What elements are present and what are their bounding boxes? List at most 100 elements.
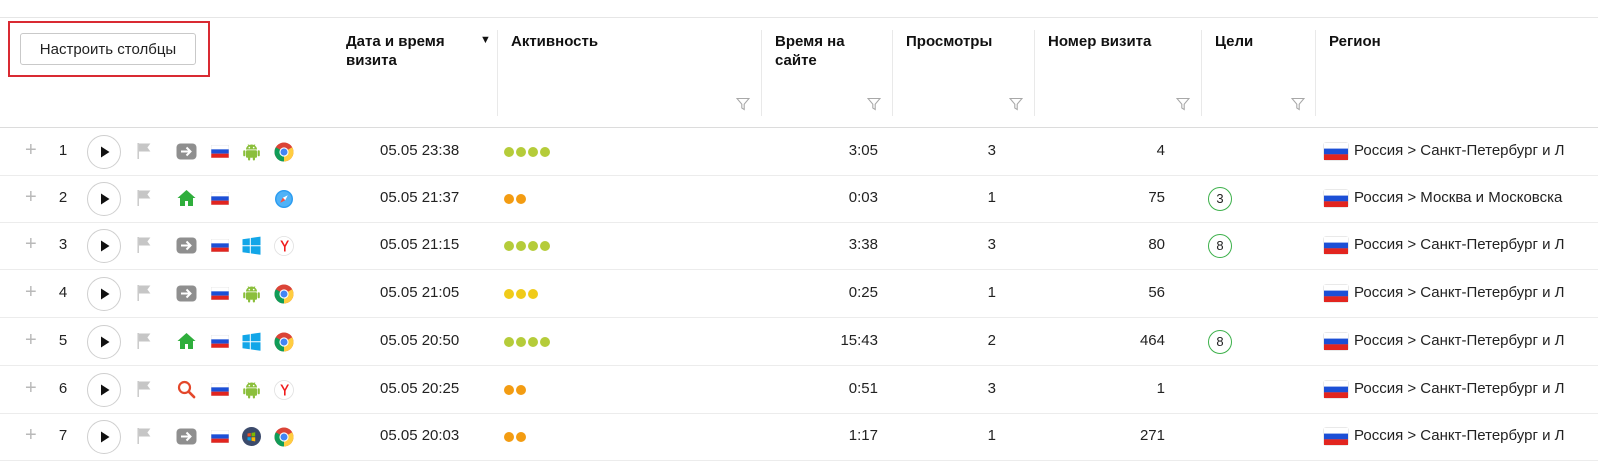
filter-icon[interactable] [736, 97, 750, 111]
row-number: 7 [58, 427, 68, 444]
activity-indicator [504, 385, 526, 395]
russia-flag-icon [210, 191, 230, 206]
expand-row-icon[interactable]: + [25, 425, 37, 445]
table-row[interactable]: +4 05.05 21:05 0:25 1 56 Россия > Санкт-Петер… [0, 270, 1598, 318]
goals-badge[interactable]: 3 [1208, 187, 1232, 211]
russia-flag-icon [210, 144, 230, 159]
chrome-icon [274, 284, 294, 304]
filter-icon[interactable] [1009, 97, 1023, 111]
column-divider [1034, 30, 1035, 116]
flag-icon[interactable] [136, 427, 152, 445]
play-visit-button[interactable] [87, 135, 121, 169]
activity-indicator [504, 194, 526, 204]
column-header-datetime[interactable]: Дата и время визита [346, 32, 481, 70]
play-visit-button[interactable] [87, 420, 121, 454]
region-text: Россия > Санкт-Петербург и Л [1354, 284, 1565, 301]
region-flag-icon [1323, 380, 1349, 399]
column-header-visit-number[interactable]: Номер визита [1048, 32, 1151, 51]
region-text: Россия > Санкт-Петербург и Л [1354, 332, 1565, 349]
visit-datetime: 05.05 20:25 [380, 380, 460, 397]
android-icon [241, 283, 262, 304]
activity-dot [540, 147, 550, 157]
region-flag-icon [1323, 189, 1349, 208]
activity-dot [504, 385, 514, 395]
table-row[interactable]: +5 05.05 20:50 15:43 2 464 8 Россия > Санкт-Пе… [0, 318, 1598, 366]
play-visit-button[interactable] [87, 229, 121, 263]
chrome-icon [274, 332, 294, 352]
expand-row-icon[interactable]: + [25, 378, 37, 398]
windows-icon [241, 235, 262, 256]
row-number: 1 [58, 142, 68, 159]
home-icon [176, 188, 197, 209]
views-count: 3 [987, 142, 996, 159]
flag-icon[interactable] [136, 284, 152, 302]
flag-icon[interactable] [136, 142, 152, 160]
column-header-views[interactable]: Просмотры [906, 32, 992, 51]
play-visit-button[interactable] [87, 373, 121, 407]
expand-row-icon[interactable]: + [25, 140, 37, 160]
search-icon [176, 379, 197, 400]
visit-number: 4 [1156, 142, 1165, 159]
visit-datetime: 05.05 20:03 [380, 427, 460, 444]
activity-dot [504, 432, 514, 442]
column-header-region[interactable]: Регион [1329, 32, 1381, 51]
activity-indicator [504, 241, 550, 251]
views-count: 1 [987, 284, 996, 301]
table-row[interactable]: +3 05.05 21:15 3:38 3 80 8 Россия > Санкт-Пете… [0, 222, 1598, 270]
activity-dot [528, 289, 538, 299]
activity-dot [516, 385, 526, 395]
goals-badge[interactable]: 8 [1208, 330, 1232, 354]
transition-icon [176, 426, 197, 447]
activity-dot [528, 147, 538, 157]
region-flag-icon [1323, 142, 1349, 161]
play-visit-button[interactable] [87, 182, 121, 216]
region-text: Россия > Санкт-Петербург и Л [1354, 380, 1565, 397]
table-row[interactable]: +7 05.05 20:03 1:17 1 271 Россия > Санкт-Пете… [0, 413, 1598, 461]
windows-icon [241, 331, 262, 352]
views-count: 1 [987, 427, 996, 444]
table-row[interactable]: +2 05.05 21:37 0:03 1 75 3 Россия > Москва и М… [0, 175, 1598, 223]
visit-datetime: 05.05 20:50 [380, 332, 460, 349]
activity-dot [504, 337, 514, 347]
time-on-site: 0:03 [848, 189, 878, 206]
expand-row-icon[interactable]: + [25, 187, 37, 207]
yandex-browser-icon [274, 380, 294, 400]
expand-row-icon[interactable]: + [25, 234, 37, 254]
sort-desc-icon[interactable]: ▼ [480, 34, 491, 46]
table-row[interactable]: +6 05.05 20:25 0:51 3 1 Россия > Санкт-Петерб… [0, 366, 1598, 414]
flag-icon[interactable] [136, 380, 152, 398]
goals-badge[interactable]: 8 [1208, 234, 1232, 258]
filter-icon[interactable] [867, 97, 881, 111]
filter-icon[interactable] [1291, 97, 1305, 111]
play-visit-button[interactable] [87, 277, 121, 311]
transition-icon [176, 141, 197, 162]
flag-icon[interactable] [136, 236, 152, 254]
column-divider [1315, 30, 1316, 116]
flag-icon[interactable] [136, 189, 152, 207]
configure-columns-highlight: Настроить столбцы [8, 21, 210, 77]
region-flag-icon [1323, 284, 1349, 303]
filter-icon[interactable] [1176, 97, 1190, 111]
chrome-icon [274, 427, 294, 447]
activity-dot [504, 194, 514, 204]
configure-columns-button[interactable]: Настроить столбцы [20, 33, 196, 65]
column-header-goals[interactable]: Цели [1215, 32, 1253, 51]
chrome-icon [274, 142, 294, 162]
column-header-activity[interactable]: Активность [511, 32, 598, 51]
russia-flag-icon [210, 286, 230, 301]
yandex-browser-icon [274, 236, 294, 256]
activity-dot [516, 337, 526, 347]
visit-number: 80 [1148, 236, 1165, 253]
play-visit-button[interactable] [87, 325, 121, 359]
android-icon [241, 379, 262, 400]
column-header-time-on-site[interactable]: Время на сайте [775, 32, 865, 70]
flag-icon[interactable] [136, 332, 152, 350]
activity-dot [540, 337, 550, 347]
visit-number: 56 [1148, 284, 1165, 301]
safari-icon [274, 189, 294, 209]
column-divider [1201, 30, 1202, 116]
expand-row-icon[interactable]: + [25, 282, 37, 302]
activity-dot [528, 337, 538, 347]
expand-row-icon[interactable]: + [25, 330, 37, 350]
table-row[interactable]: +1 05.05 23:38 3:05 3 4 Россия > Санкт-Петерб… [0, 128, 1598, 176]
